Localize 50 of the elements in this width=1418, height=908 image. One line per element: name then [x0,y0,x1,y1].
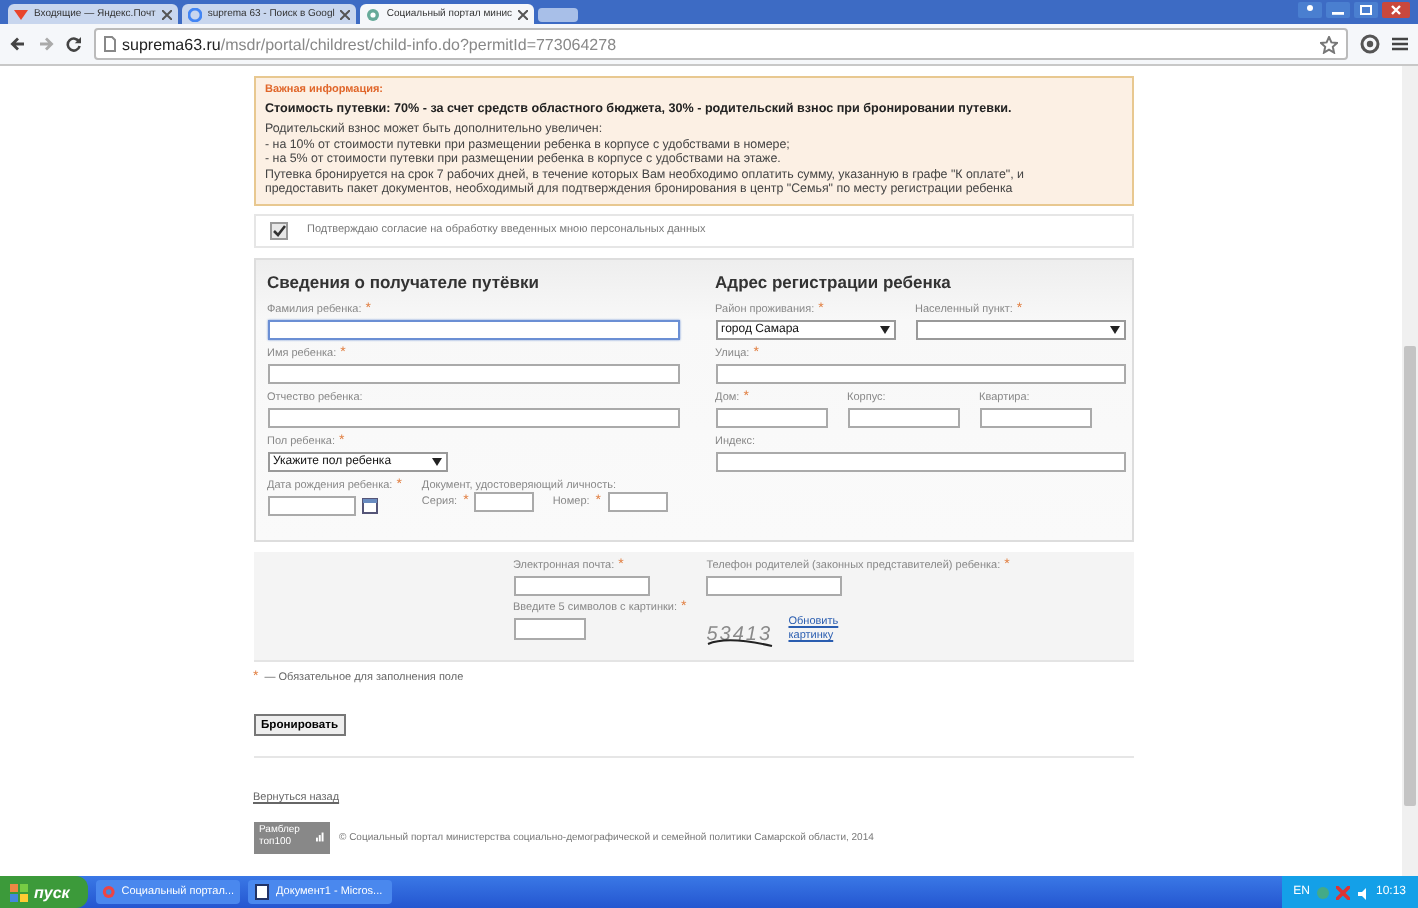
checkmark-icon [271,223,285,238]
text-field[interactable] [267,363,680,384]
minimize-icon[interactable] [1326,2,1350,18]
text-field[interactable] [706,575,843,596]
new-tab-button[interactable] [538,8,578,22]
volume-icon[interactable] [1355,885,1370,899]
network-icon[interactable] [1335,885,1350,899]
consent-checkbox[interactable] [269,221,287,240]
text-field[interactable] [513,617,585,640]
dropdown-arrow-icon [1109,325,1120,334]
star-icon[interactable] [1320,35,1338,53]
google-icon [187,7,202,21]
text-field[interactable] [513,575,649,596]
dropdown[interactable] [915,319,1126,340]
calendar-icon[interactable] [361,497,377,514]
start-button[interactable]: пуск [0,876,88,908]
text-field[interactable] [267,407,680,428]
windows-logo-icon [10,883,28,901]
user-icon[interactable] [1298,2,1322,18]
forward-icon[interactable] [38,36,54,52]
bar-chart-icon [315,830,323,845]
extension-icon[interactable] [1360,34,1380,54]
text-field[interactable] [715,363,1126,384]
text-field[interactable] [715,451,1126,472]
url-text: suprema63.ru/msdr/portal/childrest/child-info.do?permitId=773064278 [122,35,617,53]
text-field[interactable] [979,407,1092,428]
back-icon[interactable] [10,36,26,52]
section-heading: Адрес регистрации ребенка [715,271,953,292]
menu-icon[interactable] [1392,36,1408,52]
reload-icon[interactable] [66,36,82,52]
address-bar[interactable]: suprema63.ru/msdr/portal/childrest/child-info.do?permitId=773064278 [94,28,1348,60]
page-icon [104,36,116,52]
text-field[interactable] [267,319,680,340]
text-field[interactable] [607,491,668,512]
close-icon[interactable] [161,9,172,19]
date-field[interactable] [267,495,355,516]
text-field[interactable] [474,491,535,512]
maximize-icon[interactable] [1354,2,1378,18]
captcha-image: 53413 [706,621,777,646]
close-icon[interactable] [518,9,528,19]
scrollbar-drawing[interactable] [1402,66,1418,876]
section-heading: Сведения о получателе путёвки [267,271,541,292]
dropdown-arrow-icon [431,457,441,466]
browser-icon [102,884,116,900]
dropdown-arrow-icon [879,325,890,334]
close-icon[interactable] [340,9,351,19]
text-field[interactable] [847,407,960,428]
text-field[interactable] [715,407,828,428]
document-icon [254,884,270,900]
close-icon[interactable] [1382,2,1410,18]
